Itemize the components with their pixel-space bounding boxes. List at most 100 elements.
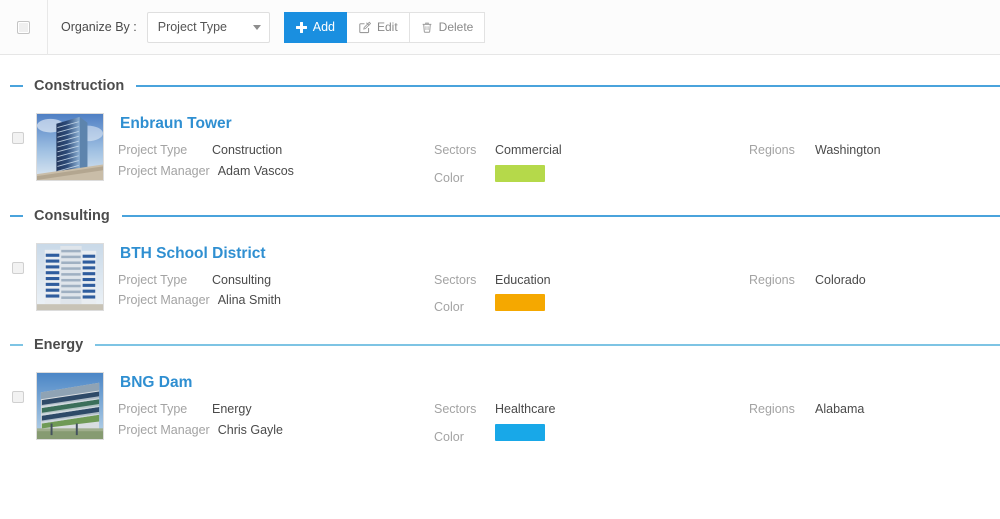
edit-button[interactable]: Edit bbox=[346, 11, 410, 43]
section-title: Construction bbox=[34, 78, 125, 94]
project-type-label: Project Type bbox=[118, 143, 188, 158]
project-type-value: Construction bbox=[212, 143, 283, 158]
toolbar-controls: Organize By : Project Type Add Edit Dele… bbox=[48, 11, 486, 43]
project-row[interactable]: Enbraun Tower Project Type Construction … bbox=[0, 99, 1000, 203]
select-all-checkbox[interactable] bbox=[17, 20, 30, 34]
regions-label: Regions bbox=[749, 402, 795, 416]
add-button-label: Add bbox=[312, 20, 335, 34]
sectors-label: Sectors bbox=[434, 143, 477, 157]
project-title-link[interactable]: BNG Dam bbox=[120, 374, 434, 391]
region-field: Regions Washington bbox=[749, 143, 949, 158]
project-manager-label: Project Manager bbox=[118, 422, 210, 437]
delete-button-label: Delete bbox=[438, 20, 474, 34]
sector-field: Sectors Commercial bbox=[434, 143, 749, 158]
sector-value: Commercial bbox=[495, 143, 562, 157]
color-label: Color bbox=[434, 300, 464, 315]
project-type-field: Project Type Consulting bbox=[118, 272, 434, 288]
organize-by-label: Organize By : bbox=[61, 20, 137, 34]
project-type-value: Energy bbox=[212, 402, 252, 417]
sector-value: Education bbox=[495, 272, 551, 287]
collapse-dash-icon[interactable] bbox=[10, 214, 23, 217]
project-sector-column: Sectors Education Color bbox=[434, 243, 749, 323]
project-row[interactable]: BTH School District Project Type Consult… bbox=[0, 229, 1000, 333]
color-swatch bbox=[495, 294, 545, 312]
sector-field: Sectors Healthcare bbox=[434, 402, 749, 417]
project-title-link[interactable]: Enbraun Tower bbox=[120, 115, 434, 132]
select-all-checkbox-cell bbox=[0, 0, 48, 55]
project-manager-field: Project Manager Adam Vascos bbox=[118, 163, 434, 179]
project-sector-column: Sectors Healthcare Color bbox=[434, 372, 749, 452]
project-thumbnail bbox=[36, 113, 104, 181]
region-value: Washington bbox=[815, 143, 881, 157]
region-field: Regions Colorado bbox=[749, 272, 949, 288]
project-type-label: Project Type bbox=[118, 402, 188, 417]
row-checkbox-cell bbox=[0, 113, 36, 144]
action-button-group: Add Edit Delete bbox=[283, 11, 486, 43]
section-rule bbox=[121, 214, 1000, 217]
sectors-label: Sectors bbox=[434, 402, 477, 416]
color-label: Color bbox=[434, 429, 464, 444]
project-manager-value: Chris Gayle bbox=[217, 422, 284, 437]
regions-label: Regions bbox=[749, 143, 795, 157]
project-manager-value: Alina Smith bbox=[217, 293, 281, 308]
color-field: Color bbox=[434, 423, 749, 445]
color-label: Color bbox=[434, 170, 464, 185]
section-header-construction[interactable]: Construction bbox=[0, 73, 1000, 99]
regions-label: Regions bbox=[749, 272, 795, 287]
plus-icon bbox=[295, 21, 307, 33]
region-value: Alabama bbox=[815, 402, 865, 416]
chevron-down-icon bbox=[252, 24, 261, 30]
project-info: BTH School District Project Type Consult… bbox=[104, 243, 434, 316]
project-manager-field: Project Manager Alina Smith bbox=[118, 294, 434, 308]
section-rule bbox=[136, 85, 1000, 87]
color-swatch bbox=[495, 423, 545, 441]
section-header-energy[interactable]: Energy bbox=[0, 332, 1000, 358]
color-field: Color bbox=[434, 164, 749, 186]
row-checkbox-cell bbox=[0, 243, 36, 274]
sectors-label: Sectors bbox=[434, 272, 477, 287]
project-thumbnail bbox=[36, 372, 104, 440]
project-region-column: Regions Colorado bbox=[749, 243, 949, 295]
project-manager-field: Project Manager Chris Gayle bbox=[118, 422, 434, 438]
edit-square-icon bbox=[358, 21, 371, 34]
section-title: Consulting bbox=[34, 207, 110, 224]
project-type-label: Project Type bbox=[118, 272, 188, 287]
project-info: Enbraun Tower Project Type Construction … bbox=[104, 113, 434, 186]
project-region-column: Regions Alabama bbox=[749, 372, 949, 424]
row-checkbox[interactable] bbox=[12, 132, 24, 144]
project-list-page: Organize By : Project Type Add Edit Dele… bbox=[0, 0, 1000, 519]
section-title: Energy bbox=[34, 337, 84, 353]
project-type-field: Project Type Energy bbox=[118, 402, 434, 417]
project-info: BNG Dam Project Type Energy Project Mana… bbox=[104, 372, 434, 445]
collapse-dash-icon[interactable] bbox=[10, 344, 23, 346]
project-title-link[interactable]: BTH School District bbox=[120, 245, 434, 262]
row-checkbox[interactable] bbox=[12, 261, 24, 274]
region-field: Regions Alabama bbox=[749, 402, 949, 417]
trash-icon bbox=[421, 21, 433, 34]
collapse-dash-icon[interactable] bbox=[10, 85, 23, 87]
region-value: Colorado bbox=[815, 272, 866, 287]
project-row[interactable]: BNG Dam Project Type Energy Project Mana… bbox=[0, 358, 1000, 462]
organize-by-selected-value: Project Type bbox=[157, 20, 227, 34]
color-swatch bbox=[495, 164, 545, 182]
project-thumbnail bbox=[36, 242, 104, 311]
toolbar: Organize By : Project Type Add Edit Dele… bbox=[0, 0, 1000, 55]
section-header-consulting[interactable]: Consulting bbox=[0, 203, 1000, 229]
project-sector-column: Sectors Commercial Color bbox=[434, 113, 749, 193]
project-region-column: Regions Washington bbox=[749, 113, 949, 165]
project-type-value: Consulting bbox=[212, 272, 272, 287]
edit-button-label: Edit bbox=[376, 20, 398, 34]
sector-value: Healthcare bbox=[495, 402, 556, 416]
sector-field: Sectors Education bbox=[434, 272, 749, 288]
color-field: Color bbox=[434, 294, 749, 315]
project-manager-label: Project Manager bbox=[118, 163, 210, 178]
project-manager-label: Project Manager bbox=[118, 293, 210, 308]
add-button[interactable]: Add bbox=[283, 11, 347, 43]
row-checkbox[interactable] bbox=[12, 391, 24, 403]
organize-by-select[interactable]: Project Type bbox=[146, 11, 270, 43]
row-checkbox-cell bbox=[0, 372, 36, 403]
delete-button[interactable]: Delete bbox=[409, 11, 486, 43]
section-rule bbox=[95, 344, 1000, 346]
project-manager-value: Adam Vascos bbox=[217, 163, 294, 178]
project-type-field: Project Type Construction bbox=[118, 143, 434, 158]
